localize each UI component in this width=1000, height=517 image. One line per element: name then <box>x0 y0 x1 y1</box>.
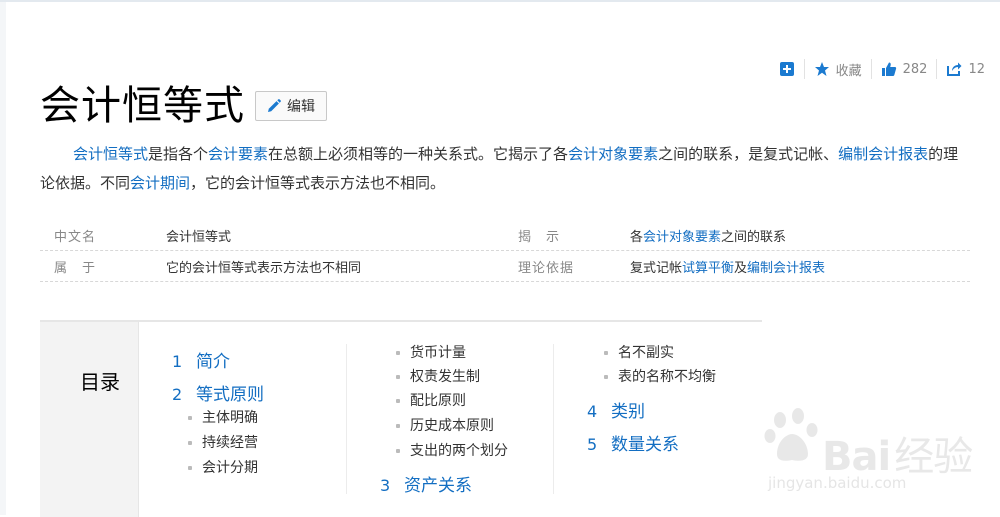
toc-item-assets[interactable]: 3 资产关系 <box>380 471 472 496</box>
summary-text: 是指各个 <box>148 145 209 163</box>
plus-square-icon <box>779 62 794 76</box>
edit-button[interactable]: 编辑 <box>255 91 327 121</box>
summary-text: 在总额上必须相等的一种关系式。它揭示了各 <box>268 145 569 163</box>
info-value: 复式记帐试算平衡及编制会计报表 <box>630 257 825 276</box>
info-row: 属 于 它的会计恒等式表示方法也不相同 理论依据 复式记帐试算平衡及编制会计报表 <box>40 251 970 282</box>
link-accounting-object-elements[interactable]: 会计对象要素 <box>643 230 721 245</box>
toc-title: 资产关系 <box>404 476 472 496</box>
link-trial-balance[interactable]: 试算平衡 <box>682 261 734 276</box>
info-key: 揭 示 <box>518 229 561 245</box>
left-gutter <box>0 2 6 515</box>
watermark-url: jingyan.baidu.com <box>768 474 907 492</box>
toc-number: 4 <box>587 402 598 421</box>
edit-label: 编辑 <box>287 99 315 115</box>
basic-info-table: 中文名 会计恒等式 揭 示 各会计对象要素之间的联系 属 于 它的会计恒等式表示… <box>40 220 970 282</box>
info-value-text: 各 <box>630 229 644 245</box>
star-icon <box>814 62 829 76</box>
toc-sidebar: 目录 <box>40 322 139 517</box>
info-value: 它的会计恒等式表示方法也不相同 <box>166 260 362 276</box>
paw-logo-icon <box>764 408 818 461</box>
thumbs-up-icon <box>881 62 896 76</box>
toc-title: 等式原则 <box>196 385 264 405</box>
info-value-text: 及 <box>734 260 748 276</box>
add-button[interactable] <box>770 58 804 80</box>
toc-title: 类别 <box>611 402 645 422</box>
toc-subitem[interactable]: 表的名称不均衡 <box>604 366 716 386</box>
favorite-label: 收藏 <box>835 63 862 79</box>
top-border <box>0 0 1000 2</box>
info-key: 中文名 <box>54 229 97 245</box>
link-accounting-object-elements[interactable]: 会计对象要素 <box>568 145 658 163</box>
like-count: 282 <box>902 61 928 77</box>
info-value: 会计恒等式 <box>166 229 232 245</box>
baidu-jingyan-watermark: Bai 经验 jingyan.baidu.com <box>762 402 982 498</box>
toc-label: 目录 <box>80 370 120 394</box>
toc-item-principles[interactable]: 2 等式原则 <box>172 380 264 405</box>
share-icon <box>947 62 962 76</box>
toc-divider <box>346 344 347 494</box>
toc-subitem[interactable]: 支出的两个划分 <box>396 440 508 460</box>
info-key: 理论依据 <box>518 260 575 276</box>
favorite-button[interactable]: 收藏 <box>805 58 871 80</box>
toc-title: 数量关系 <box>611 435 679 455</box>
page-title: 会计恒等式 <box>40 83 245 129</box>
toc-subitem[interactable]: 名不副实 <box>604 342 674 362</box>
info-key: 属 于 <box>54 260 97 276</box>
article-toolbar: 收藏 282 12 <box>770 58 994 80</box>
toc-subitem[interactable]: 配比原则 <box>396 390 466 410</box>
like-button[interactable]: 282 <box>872 58 937 80</box>
toc-item-quantities[interactable]: 5 数量关系 <box>587 430 679 455</box>
toc-subitem[interactable]: 持续经营 <box>188 432 258 452</box>
link-accounting-elements[interactable]: 会计要素 <box>208 145 268 163</box>
info-value-text: 之间的联系 <box>721 229 787 245</box>
lemma-summary: 会计恒等式是指各个会计要素在总额上必须相等的一种关系式。它揭示了各会计对象要素之… <box>40 140 970 198</box>
pencil-icon <box>268 99 281 112</box>
info-value-text: 复式记帐 <box>630 260 683 276</box>
toc-number: 1 <box>172 352 183 371</box>
share-count: 12 <box>968 61 985 77</box>
toc-subitem[interactable]: 货币计量 <box>396 342 466 362</box>
toc-title: 简介 <box>196 352 230 372</box>
toc-number: 5 <box>587 435 598 454</box>
toc-item-categories[interactable]: 4 类别 <box>587 397 645 422</box>
toc-subitem[interactable]: 主体明确 <box>188 407 258 427</box>
toc-item-intro[interactable]: 1 简介 <box>172 347 230 372</box>
toc-subitem[interactable]: 权责发生制 <box>396 366 480 386</box>
summary-text: ，它的会计恒等式表示方法也不相同。 <box>190 174 446 192</box>
toc-number: 3 <box>380 476 391 495</box>
toc-divider <box>553 344 554 494</box>
summary-text: 之间的联系，是复式记帐、 <box>658 145 839 163</box>
info-value: 各会计对象要素之间的联系 <box>630 226 786 245</box>
link-accounting-equation[interactable]: 会计恒等式 <box>73 145 148 163</box>
info-row: 中文名 会计恒等式 揭 示 各会计对象要素之间的联系 <box>40 220 970 251</box>
link-accounting-period[interactable]: 会计期间 <box>130 174 190 192</box>
toc-number: 2 <box>172 385 183 404</box>
link-prepare-statements[interactable]: 编制会计报表 <box>838 145 928 163</box>
toc-subitem[interactable]: 会计分期 <box>188 457 258 477</box>
link-prepare-statements[interactable]: 编制会计报表 <box>747 261 825 276</box>
share-button[interactable]: 12 <box>937 58 994 80</box>
table-of-contents: 目录 1 简介 2 等式原则 主体明确 持续经营 会计分期 货币计量 权责发生制 配… <box>40 320 762 517</box>
toc-subitem[interactable]: 历史成本原则 <box>396 415 494 435</box>
